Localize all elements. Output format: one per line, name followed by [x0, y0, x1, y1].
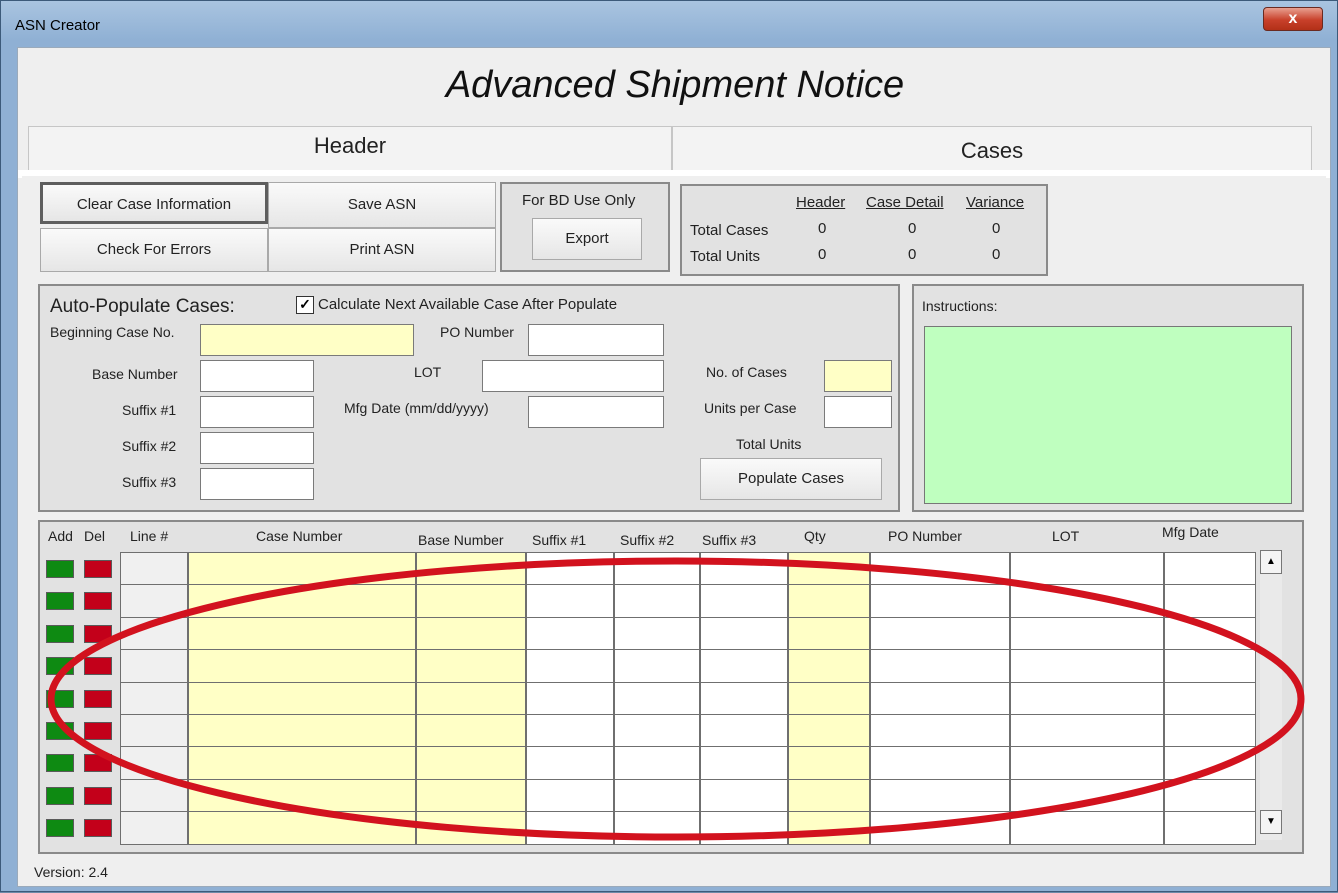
annotation-overlay — [47, 557, 1305, 841]
red-annotation-ellipse — [47, 557, 1305, 841]
application-window: ASN Creator x Advanced Shipment Notice H… — [0, 0, 1338, 892]
